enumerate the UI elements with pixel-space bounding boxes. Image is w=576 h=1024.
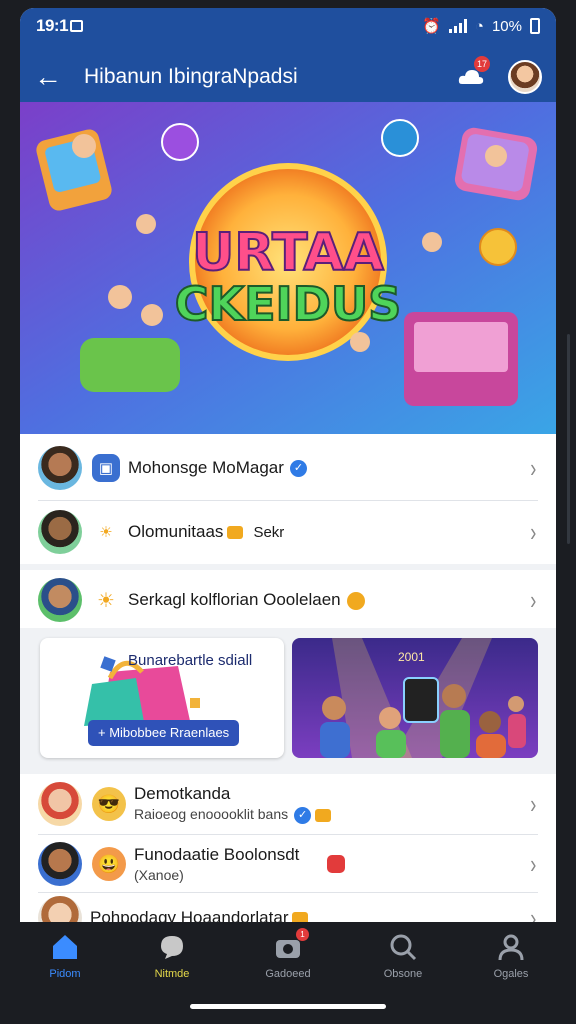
avatar	[38, 510, 82, 554]
face-emoji-icon: 😃	[92, 847, 126, 881]
list-card-mid: ☀ Serkagl kolflorian Ooolelaen ›	[20, 570, 556, 628]
sun-emoji-icon: ☀	[92, 586, 120, 614]
avatar	[38, 446, 82, 490]
chat-bubble-icon	[157, 932, 187, 962]
smile-emoji-icon	[346, 591, 365, 610]
list-item-olomunitaas[interactable]: ☀ Olomunitaas Sekr ›	[20, 500, 556, 564]
profile-icon	[496, 932, 526, 962]
search-icon	[388, 932, 418, 962]
phone-screen: 19:1 ⏰ ◔ 10% ← Hibanun IbingraNpadsi 17	[20, 8, 556, 1018]
chevron-right-icon: ›	[530, 789, 537, 819]
signal-icon	[448, 19, 467, 33]
status-bar: 19:1 ⏰ ◔ 10%	[20, 8, 556, 44]
nav-tab-profile[interactable]: Ogales	[466, 932, 556, 996]
nav-label: Nitmde	[154, 968, 190, 980]
avatar	[38, 578, 82, 622]
battery-text: 10%	[491, 17, 522, 35]
chevron-right-icon: ›	[530, 517, 537, 547]
home-indicator[interactable]	[190, 1004, 386, 1009]
app-icon: ▣	[92, 454, 120, 482]
banner-illustration: URTAA CKEIDUS	[20, 102, 556, 434]
nav-label: Gadoeed	[265, 968, 311, 980]
nav-tab-search[interactable]: Obsone	[358, 932, 448, 996]
list-item-mohonsge[interactable]: ▣ Mohonsge MoMagar ✓ ›	[20, 436, 556, 500]
item-subtitle: Raioeog enooooklit bans	[134, 806, 289, 823]
tag-icon	[315, 808, 332, 822]
camera-icon: 1	[273, 928, 309, 962]
back-arrow-icon[interactable]: ←	[34, 63, 68, 91]
nav-label: Ogales	[493, 968, 529, 980]
list-item-demotkanda[interactable]: 😎 Demotkanda Raioeog enooooklit bans ✓ ›	[20, 772, 556, 836]
alarm-icon: ⏰	[422, 18, 441, 35]
page-title: Hibanun IbingraNpadsi	[84, 65, 298, 88]
tag-icon	[227, 526, 244, 540]
item-title: Funodaatie Boolonsdt	[134, 845, 300, 864]
item-title: Olomunitaas	[128, 522, 224, 541]
sunglasses-emoji-icon: 😎	[92, 787, 126, 821]
nav-tab-home[interactable]: Pidom	[20, 932, 110, 996]
red-badge-icon	[327, 855, 346, 873]
banner-line2: CKEIDUS	[175, 277, 402, 331]
item-trailing: Sekr	[253, 524, 285, 541]
avatar	[38, 782, 82, 826]
item-subtitle: (Xanoe)	[134, 867, 184, 883]
chevron-right-icon: ›	[530, 849, 537, 879]
promo-action-button[interactable]: + Mibobbee Rraenlaes	[88, 720, 240, 746]
list-card-bottom: 😎 Demotkanda Raioeog enooooklit bans ✓ › …	[20, 772, 556, 940]
hero-banner[interactable]: URTAA CKEIDUS	[20, 102, 556, 434]
promo-year: 2001	[398, 650, 425, 664]
battery-icon	[530, 18, 540, 34]
notification-badge: 17	[473, 56, 490, 72]
item-title: Mohonsge MoMagar	[128, 458, 284, 477]
item-title: Demotkanda	[134, 784, 231, 804]
verified-badge-icon: ✓	[294, 806, 312, 824]
promo-card-left[interactable]: Bunarebartle sdiall + Mibobbee Rraenlaes	[40, 638, 284, 758]
nav-tab-camera[interactable]: 1 Gadoeed	[243, 928, 333, 996]
nav-badge: 1	[296, 928, 309, 941]
app-bar: ← Hibanun IbingraNpadsi 17	[20, 44, 556, 110]
notification-icon	[70, 20, 84, 32]
promo-card-right[interactable]: 2001	[292, 638, 538, 758]
notifications-button[interactable]: 17	[456, 56, 490, 92]
list-card-top: ▣ Mohonsge MoMagar ✓ › ☀ Olomunitaas Sekr …	[20, 434, 556, 564]
nav-tab-chat[interactable]: Nitmde	[127, 932, 217, 996]
chevron-right-icon: ›	[530, 453, 537, 483]
status-time: 19:1	[36, 16, 69, 35]
home-icon	[50, 932, 80, 962]
chevron-right-icon: ›	[530, 585, 537, 615]
nav-label: Obsone	[383, 968, 423, 980]
item-title: Serkagl kolflorian Ooolelaen	[128, 590, 341, 609]
scrollbar[interactable]	[567, 334, 570, 544]
nav-label: Pidom	[49, 968, 81, 980]
promo-title: Bunarebartle sdiall	[128, 652, 253, 669]
profile-avatar[interactable]	[508, 60, 542, 94]
verified-badge-icon: ✓	[289, 460, 307, 478]
wifi-icon: ◔	[474, 17, 484, 35]
avatar	[38, 842, 82, 886]
list-item-serkagl[interactable]: ☀ Serkagl kolflorian Ooolelaen ›	[20, 568, 556, 632]
sun-emoji-icon: ☀	[92, 518, 120, 546]
banner-line1: URTAA	[192, 223, 384, 283]
